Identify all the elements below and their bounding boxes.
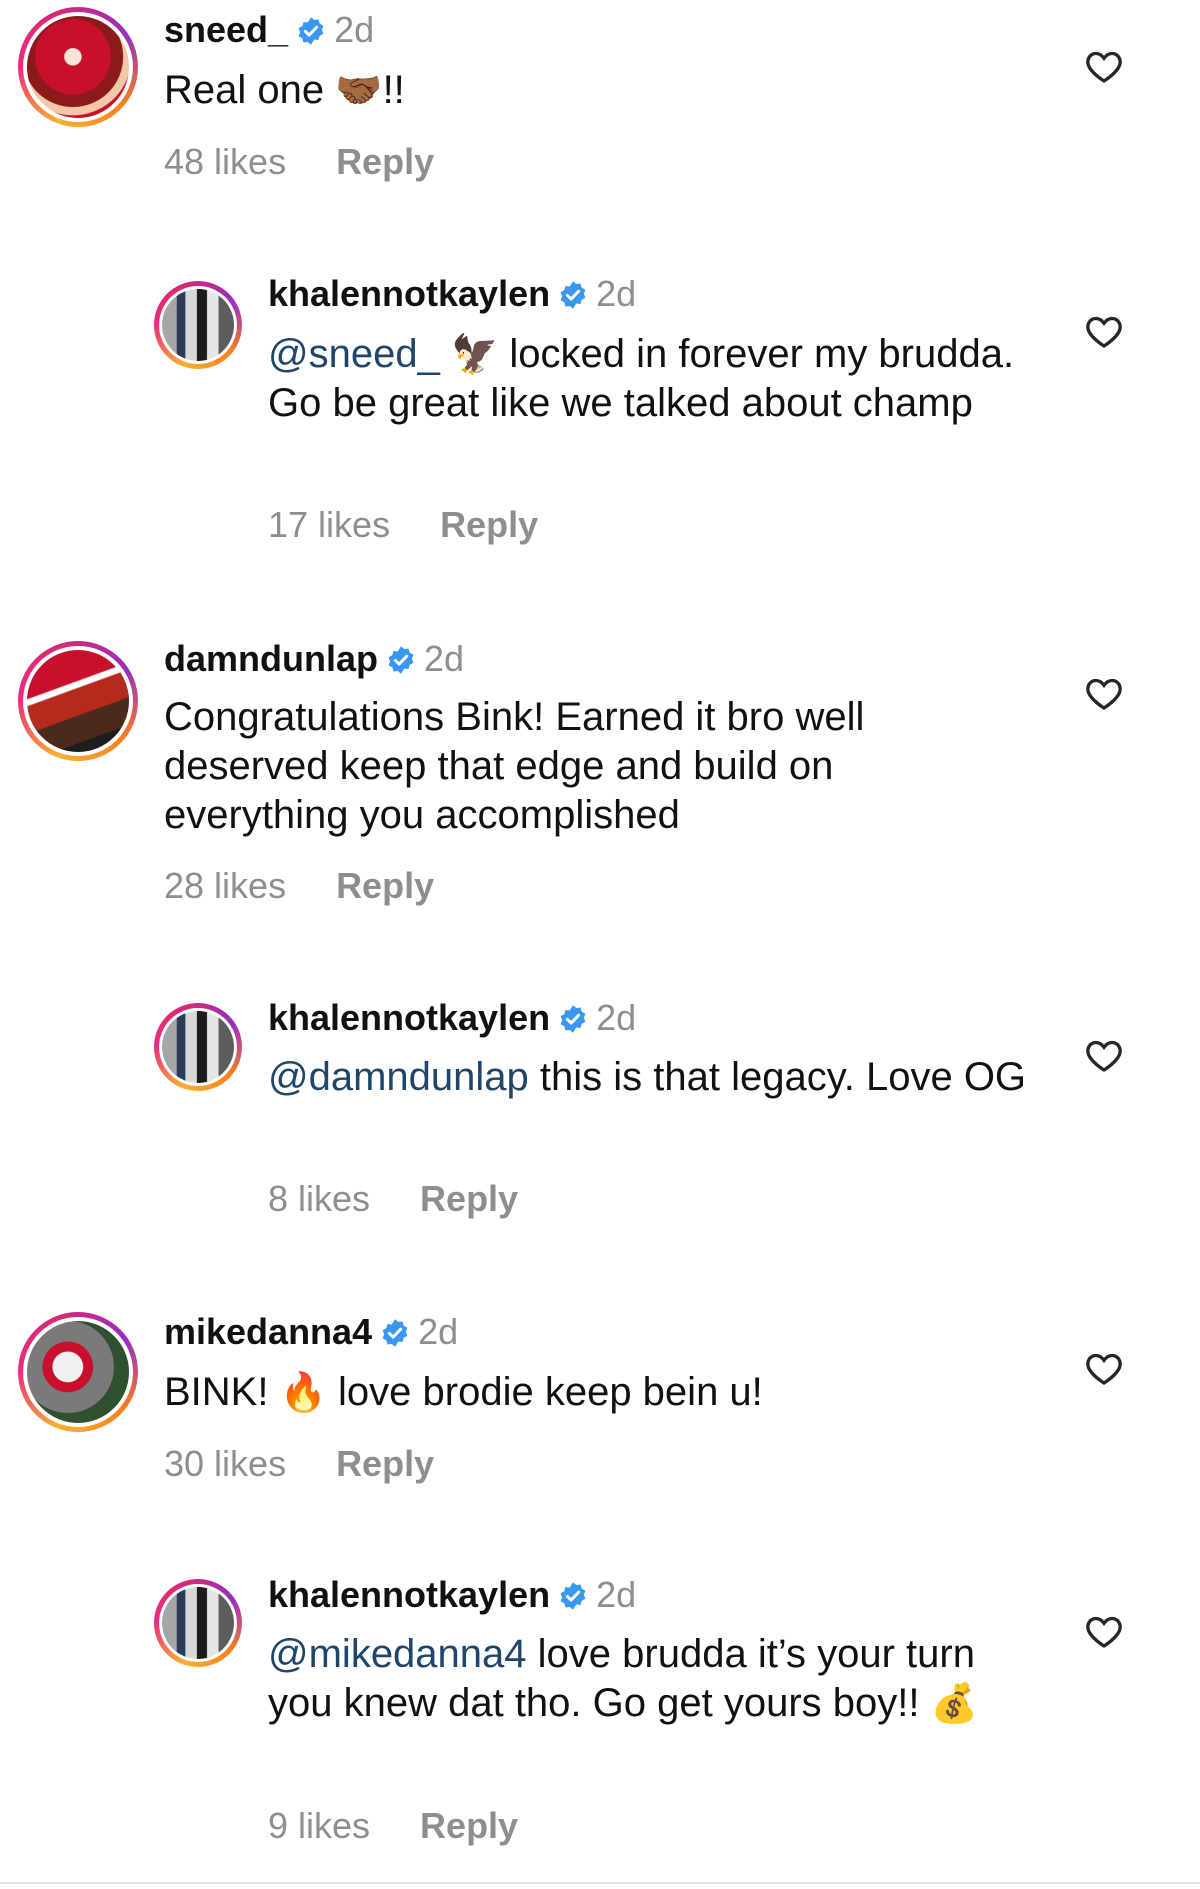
eagle-emoji: 🦅 bbox=[450, 332, 499, 376]
comment-age: 2d bbox=[418, 1311, 459, 1352]
username[interactable]: damndunlap bbox=[164, 638, 378, 679]
money-bag-emoji: 💰 bbox=[930, 1681, 978, 1725]
verified-badge-icon bbox=[298, 17, 324, 45]
avatar-photo bbox=[162, 1587, 234, 1659]
like-count[interactable]: 9 likes bbox=[268, 1805, 370, 1846]
reply-button[interactable]: Reply bbox=[420, 1178, 518, 1219]
handshake-emoji: 🤝🏾 bbox=[335, 68, 383, 112]
comment-meta: 30 likes Reply bbox=[164, 1442, 434, 1486]
comment-meta: 8 likes Reply bbox=[268, 1177, 518, 1221]
like-count[interactable]: 8 likes bbox=[268, 1178, 370, 1219]
avatar[interactable] bbox=[154, 281, 242, 369]
comment-text: Congratulations Bink! Earned it bro well… bbox=[164, 695, 865, 837]
comment-age: 2d bbox=[424, 638, 465, 679]
like-count[interactable]: 48 likes bbox=[164, 141, 286, 182]
avatar[interactable] bbox=[18, 641, 138, 761]
username[interactable]: khalennotkaylen bbox=[268, 273, 550, 314]
verified-badge-icon bbox=[560, 281, 586, 309]
reply-button[interactable]: Reply bbox=[336, 865, 434, 906]
heart-outline-icon[interactable] bbox=[1084, 673, 1124, 713]
comment-age: 2d bbox=[596, 1574, 637, 1615]
comment-text: BINK! 🔥 love brodie keep bein u! bbox=[164, 1368, 1024, 1417]
reply-button[interactable]: Reply bbox=[336, 1443, 434, 1484]
username[interactable]: mikedanna4 bbox=[164, 1311, 372, 1352]
avatar[interactable] bbox=[18, 7, 138, 127]
verified-badge-icon bbox=[382, 1319, 408, 1347]
comment-text: @damndunlap this is that legacy. Love OG bbox=[268, 1053, 1048, 1102]
avatar-photo bbox=[162, 1011, 234, 1083]
comment-header: mikedanna4 2d bbox=[164, 1310, 458, 1354]
username[interactable]: khalennotkaylen bbox=[268, 997, 550, 1038]
comment-text-part: this is that legacy. Love OG bbox=[528, 1055, 1027, 1099]
avatar[interactable] bbox=[154, 1579, 242, 1667]
like-count[interactable]: 30 likes bbox=[164, 1443, 286, 1484]
heart-outline-icon[interactable] bbox=[1084, 1348, 1124, 1388]
comment-header: damndunlap 2d bbox=[164, 637, 464, 681]
reply-button[interactable]: Reply bbox=[336, 141, 434, 182]
comment-header: sneed_ 2d bbox=[164, 8, 374, 52]
heart-outline-icon[interactable] bbox=[1084, 1611, 1124, 1651]
verified-badge-icon bbox=[560, 1582, 586, 1610]
heart-outline-icon[interactable] bbox=[1084, 311, 1124, 351]
mention-link[interactable]: @damndunlap bbox=[268, 1055, 529, 1099]
comment-text-part: love brodie keep bein u! bbox=[326, 1370, 763, 1414]
avatar-photo bbox=[27, 1321, 129, 1423]
fire-emoji: 🔥 bbox=[279, 1370, 327, 1414]
verified-badge-icon bbox=[388, 646, 414, 674]
reply-button[interactable]: Reply bbox=[440, 504, 538, 545]
comment-text-part: Real one bbox=[164, 68, 336, 112]
comment-text-part: !! bbox=[382, 68, 405, 112]
reply-button[interactable]: Reply bbox=[420, 1805, 518, 1846]
heart-outline-icon[interactable] bbox=[1084, 1035, 1124, 1075]
username[interactable]: sneed_ bbox=[164, 9, 288, 50]
comment-header: khalennotkaylen 2d bbox=[268, 996, 636, 1040]
comment-header: khalennotkaylen 2d bbox=[268, 1573, 636, 1617]
avatar-photo bbox=[162, 289, 234, 361]
like-count[interactable]: 17 likes bbox=[268, 504, 390, 545]
comment-age: 2d bbox=[334, 9, 375, 50]
divider bbox=[0, 1882, 1200, 1884]
avatar[interactable] bbox=[154, 1003, 242, 1091]
heart-outline-icon[interactable] bbox=[1084, 46, 1124, 86]
comment-text-part: BINK! bbox=[164, 1370, 280, 1414]
username[interactable]: khalennotkaylen bbox=[268, 1574, 550, 1615]
comment-text: Real one 🤝🏾!! bbox=[164, 66, 1024, 115]
mention-link[interactable]: @mikedanna4 bbox=[268, 1632, 527, 1676]
avatar-photo bbox=[27, 650, 129, 752]
avatar-photo bbox=[27, 16, 129, 118]
like-count[interactable]: 28 likes bbox=[164, 865, 286, 906]
avatar[interactable] bbox=[18, 1312, 138, 1432]
comment-header: khalennotkaylen 2d bbox=[268, 272, 636, 316]
comment-meta: 48 likes Reply bbox=[164, 140, 434, 184]
comment-meta: 28 likes Reply bbox=[164, 864, 434, 908]
verified-badge-icon bbox=[560, 1005, 586, 1033]
comment-age: 2d bbox=[596, 997, 637, 1038]
comment-meta: 9 likes Reply bbox=[268, 1804, 518, 1848]
comment-text: @mikedanna4 love brudda it’s your turn y… bbox=[268, 1630, 1028, 1728]
comment-meta: 17 likes Reply bbox=[268, 503, 538, 547]
comment-age: 2d bbox=[596, 273, 637, 314]
comment-text: @sneed_ 🦅 locked in forever my brudda. G… bbox=[268, 330, 1028, 428]
mention-link[interactable]: @sneed_ bbox=[268, 332, 440, 376]
